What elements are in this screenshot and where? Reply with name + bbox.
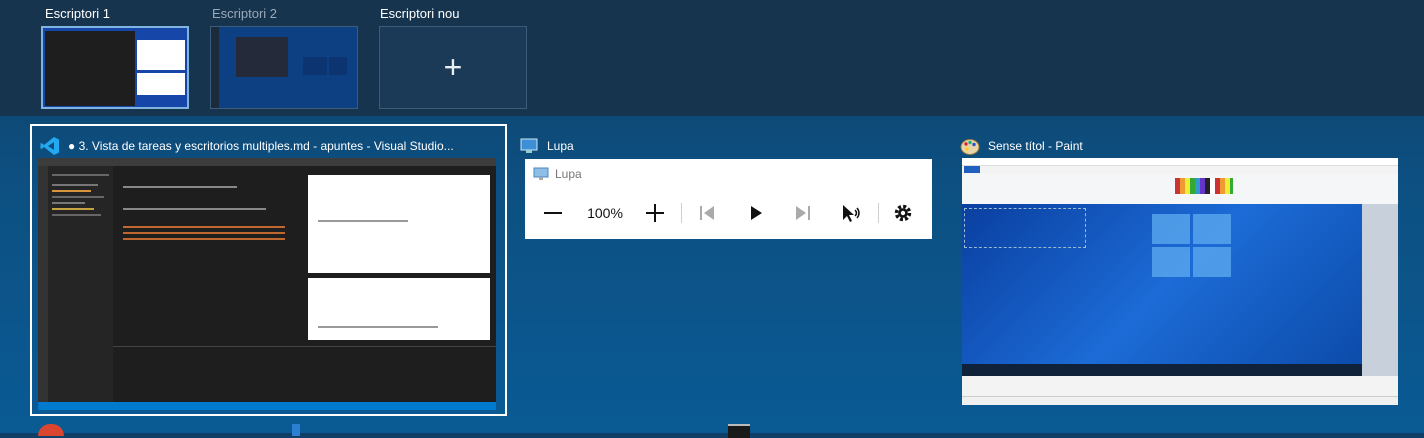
lupa-caption-text: Lupa: [555, 167, 582, 181]
paint-statusbar: [962, 396, 1398, 405]
lupa-toolbar: 100%: [525, 199, 932, 227]
lupa-title-text: Lupa: [547, 139, 574, 153]
settings-icon: [894, 204, 912, 222]
paint-canvas: [962, 204, 1362, 376]
zoom-in-button[interactable]: [643, 199, 667, 227]
read-from-cursor-icon: [843, 205, 860, 222]
paint-color-palette: [1175, 178, 1233, 194]
zoom-out-button[interactable]: [541, 199, 565, 227]
canvas-taskbar: [962, 364, 1362, 376]
settings-button[interactable]: [891, 199, 915, 227]
vscode-preview-page-1: [308, 175, 490, 273]
canvas-selection: [964, 208, 1086, 248]
vscode-statusbar: [38, 402, 496, 410]
next-icon: [796, 206, 810, 220]
desktop-1-doc-preview-2: [137, 73, 185, 95]
paint-window-title[interactable]: Sense títol - Paint: [960, 136, 1083, 156]
magnifier-icon: [520, 138, 538, 153]
vscode-window-thumbnail[interactable]: [38, 158, 496, 410]
desktop-2-taskbar: [211, 27, 219, 108]
zoom-in-icon: [646, 204, 664, 222]
previous-button[interactable]: [695, 199, 719, 227]
desktop-1-doc-preview: [137, 40, 185, 70]
zoom-out-icon: [544, 212, 562, 214]
vscode-terminal: [113, 346, 496, 403]
canvas-windows-logo-1: [1152, 214, 1190, 244]
desktop-2-windows-logo-2: [329, 57, 347, 75]
read-from-cursor-button[interactable]: [838, 199, 864, 227]
taskbar-app-icon-1[interactable]: [38, 424, 64, 436]
vscode-title-text: ● 3. Vista de tareas y escritorios multi…: [68, 139, 454, 153]
canvas-windows-logo-4: [1193, 247, 1231, 277]
vscode-icon: [40, 137, 59, 155]
desktop-2-windows-logo: [303, 57, 327, 75]
desktop-1-thumbnail[interactable]: [41, 26, 189, 109]
toolbar-separator: [681, 203, 682, 223]
paint-canvas-margin: [1362, 204, 1398, 376]
desktop-2-app-preview: [236, 37, 288, 77]
desktop-2-thumbnail[interactable]: [210, 26, 358, 109]
lupa-caption: Lupa: [533, 167, 582, 181]
vscode-editor: [113, 166, 303, 346]
taskbar-app-icon-2[interactable]: [292, 424, 300, 436]
play-icon: [751, 206, 762, 220]
vscode-preview-page-2: [308, 278, 490, 340]
lupa-window-title[interactable]: Lupa: [519, 136, 574, 156]
paint-ribbon: [962, 174, 1398, 205]
paint-icon: [960, 139, 980, 155]
new-desktop-button[interactable]: +: [379, 26, 527, 109]
zoom-level: 100%: [587, 205, 623, 221]
paint-title-text: Sense títol - Paint: [988, 139, 1083, 153]
vscode-explorer: [48, 166, 113, 402]
desktop-1-vscode-preview: [45, 31, 135, 106]
next-button[interactable]: [791, 199, 815, 227]
paint-titlebar: [962, 158, 1398, 166]
vscode-activity-bar: [38, 166, 48, 402]
paint-window-thumbnail[interactable]: [962, 158, 1398, 405]
canvas-windows-logo-2: [1193, 214, 1231, 244]
virtual-desktops-bar: Escriptori 1 Escriptori 2 Escriptori nou…: [0, 0, 1424, 116]
new-desktop-label: Escriptori nou: [380, 6, 460, 21]
paint-file-tab: [964, 166, 980, 173]
desktop-1-label: Escriptori 1: [45, 6, 111, 21]
desktop-2-label: Escriptori 2: [212, 6, 278, 21]
vscode-window-title[interactable]: ● 3. Vista de tareas y escritorios multi…: [40, 136, 500, 156]
previous-icon: [700, 206, 714, 220]
lupa-window-thumbnail[interactable]: Lupa 100%: [525, 159, 932, 239]
magnifier-small-icon: [533, 167, 549, 180]
toolbar-separator-2: [878, 203, 879, 223]
canvas-windows-logo-3: [1152, 247, 1190, 277]
play-button[interactable]: [744, 199, 768, 227]
taskbar-app-icon-3[interactable]: [728, 424, 750, 438]
vscode-titlebar: [38, 158, 496, 166]
plus-icon: +: [443, 48, 463, 85]
